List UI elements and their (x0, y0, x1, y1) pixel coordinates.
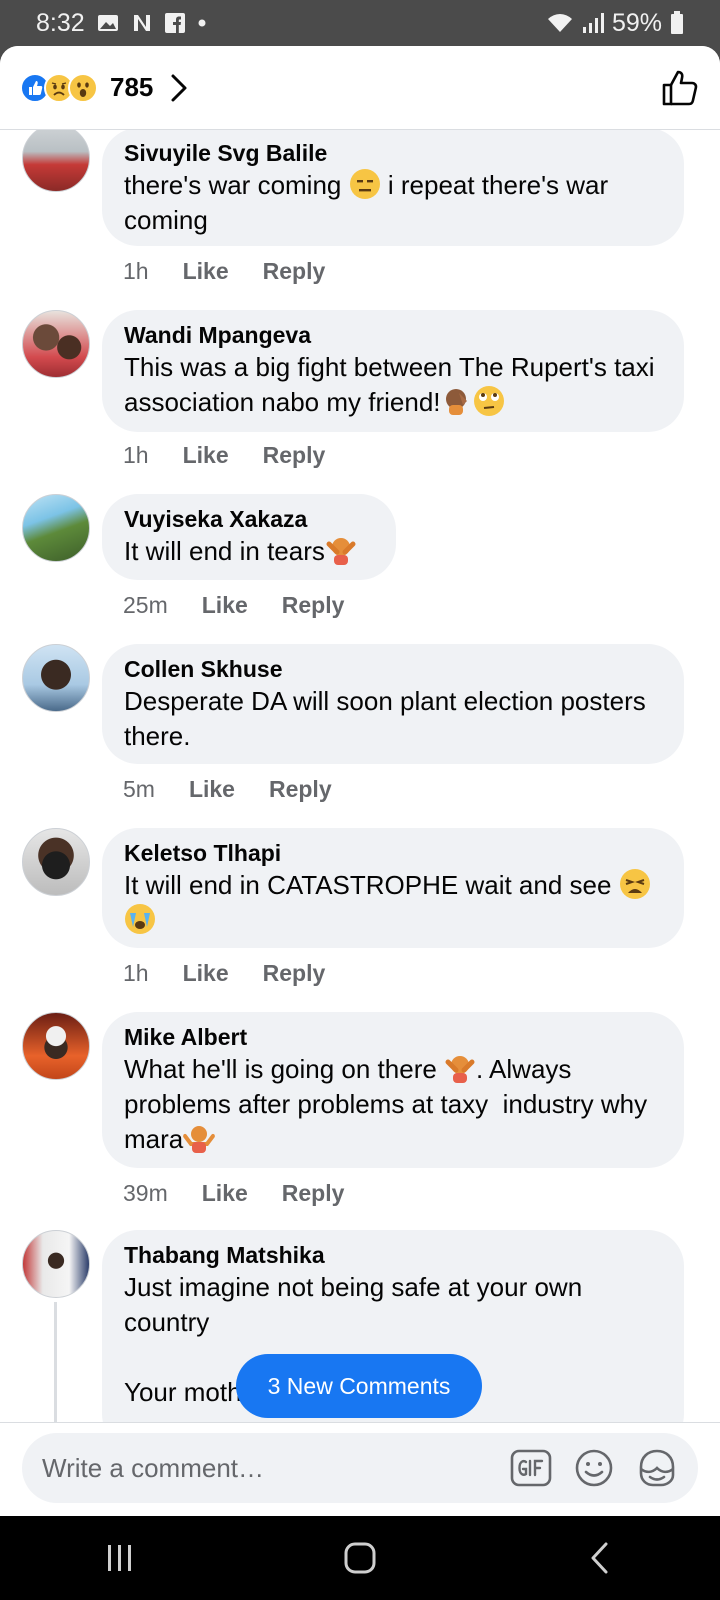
notification-dot-icon (197, 18, 207, 28)
avatar[interactable] (22, 494, 90, 562)
comment-reply-button[interactable]: Reply (269, 776, 332, 803)
comment-author[interactable]: Keletso Tlhapi (124, 838, 662, 868)
wifi-icon (546, 12, 574, 34)
comment-text: Desperate DA will soon plant election po… (124, 686, 653, 751)
comment-meta: 1h Like Reply (123, 960, 325, 987)
back-icon[interactable] (560, 1541, 640, 1575)
comment-reply-button[interactable]: Reply (263, 960, 326, 987)
android-nav-bar (0, 1516, 720, 1600)
comment-time: 1h (123, 442, 149, 468)
battery-icon (670, 11, 684, 35)
home-icon[interactable] (320, 1541, 400, 1575)
comment-bubble[interactable]: Vuyiseka Xakaza It will end in tears (102, 494, 396, 580)
comment-time: 1h (123, 960, 149, 986)
comment-author[interactable]: Vuyiseka Xakaza (124, 504, 374, 534)
wow-reaction-icon (68, 72, 98, 103)
comment-text: This was a big fight between The Rupert'… (124, 352, 662, 417)
comments-sheet: 785 Sivuyile Svg Balile there's war comi… (0, 46, 720, 1516)
comment-bubble[interactable]: Mike Albert What he'll is going on there… (102, 1012, 684, 1168)
battery-percent: 59% (611, 8, 662, 37)
emoji-icon[interactable] (574, 1448, 614, 1488)
status-time: 8:32 (36, 8, 85, 37)
comment-author[interactable]: Collen Skhuse (124, 654, 662, 684)
facepalm-emoji-icon (445, 389, 467, 415)
expressionless-face-icon (349, 169, 380, 199)
composer-box (22, 1433, 698, 1503)
avatar[interactable] (22, 130, 90, 192)
comment-bubble[interactable]: Collen Skhuse Desperate DA will soon pla… (102, 644, 684, 764)
comment-reply-button[interactable]: Reply (282, 592, 345, 619)
comment-time: 5m (123, 776, 155, 802)
gesturing-no-emoji-icon (326, 538, 356, 565)
comment-like-button[interactable]: Like (183, 258, 229, 285)
comment-time: 1h (123, 258, 149, 284)
sticker-icon[interactable] (636, 1447, 678, 1489)
comments-list: Sivuyile Svg Balile there's war coming i… (0, 130, 720, 1422)
comment-time: 39m (123, 1180, 168, 1206)
comment-meta: 5m Like Reply (123, 776, 332, 803)
recents-icon[interactable] (80, 1543, 160, 1573)
reactions-header: 785 (0, 46, 720, 130)
comment-text: What he'll is going on there . Always pr… (124, 1054, 655, 1154)
avatar[interactable] (22, 1230, 90, 1298)
comment-meta: 25m Like Reply (123, 592, 344, 619)
comment-time: 25m (123, 592, 168, 618)
gif-icon[interactable] (510, 1448, 552, 1488)
comment-meta: 1h Like Reply (123, 258, 325, 285)
comment-composer (0, 1422, 720, 1516)
comment-like-button[interactable]: Like (183, 960, 229, 987)
comment-author[interactable]: Mike Albert (124, 1022, 662, 1052)
facebook-icon (164, 13, 185, 33)
comment-author[interactable]: Sivuyile Svg Balile (124, 138, 662, 168)
avatar[interactable] (22, 828, 90, 896)
comment-reply-button[interactable]: Reply (263, 258, 326, 285)
chevron-right-icon[interactable] (169, 73, 189, 103)
comment-bubble[interactable]: Keletso Tlhapi It will end in CATASTROPH… (102, 828, 684, 948)
comment-like-button[interactable]: Like (189, 776, 235, 803)
comment-meta: 39m Like Reply (123, 1180, 344, 1207)
comment-text: It will end in tears (124, 534, 374, 569)
comment-reply-button[interactable]: Reply (282, 1180, 345, 1207)
comment-like-button[interactable]: Like (202, 1180, 248, 1207)
eye-roll-emoji-icon (473, 386, 504, 416)
gesturing-no-emoji-icon (445, 1056, 475, 1083)
comment-meta: 1h Like Reply (123, 442, 325, 469)
shrugging-emoji-icon (183, 1126, 216, 1153)
new-comments-button[interactable]: 3 New Comments (236, 1354, 482, 1418)
comment-input[interactable] (42, 1452, 510, 1484)
thumbs-up-icon[interactable] (660, 68, 700, 108)
status-bar: 8:32 59% (0, 0, 720, 46)
comment-author[interactable]: Wandi Mpangeva (124, 320, 662, 350)
avatar[interactable] (22, 644, 90, 712)
comment-text: there's war coming i repeat there's war … (124, 169, 616, 235)
comment-reply-button[interactable]: Reply (263, 442, 326, 469)
comment-author[interactable]: Thabang Matshika (124, 1240, 662, 1270)
avatar[interactable] (22, 310, 90, 378)
comment-text: It will end in CATASTROPHE wait and see (124, 868, 662, 938)
netflix-icon (131, 13, 153, 33)
avatar[interactable] (22, 1012, 90, 1080)
reactions-summary[interactable]: 785 (20, 72, 189, 103)
reply-thread-line (54, 1302, 57, 1422)
signal-icon (582, 12, 604, 34)
comment-like-button[interactable]: Like (183, 442, 229, 469)
photo-icon (97, 13, 119, 33)
crying-face-icon (125, 904, 155, 934)
comment-like-button[interactable]: Like (202, 592, 248, 619)
reaction-count: 785 (110, 72, 154, 102)
weary-face-icon (619, 869, 650, 899)
comment-bubble[interactable]: Sivuyile Svg Balile there's war coming i… (102, 130, 684, 246)
comment-bubble[interactable]: Wandi Mpangeva This was a big fight betw… (102, 310, 684, 432)
